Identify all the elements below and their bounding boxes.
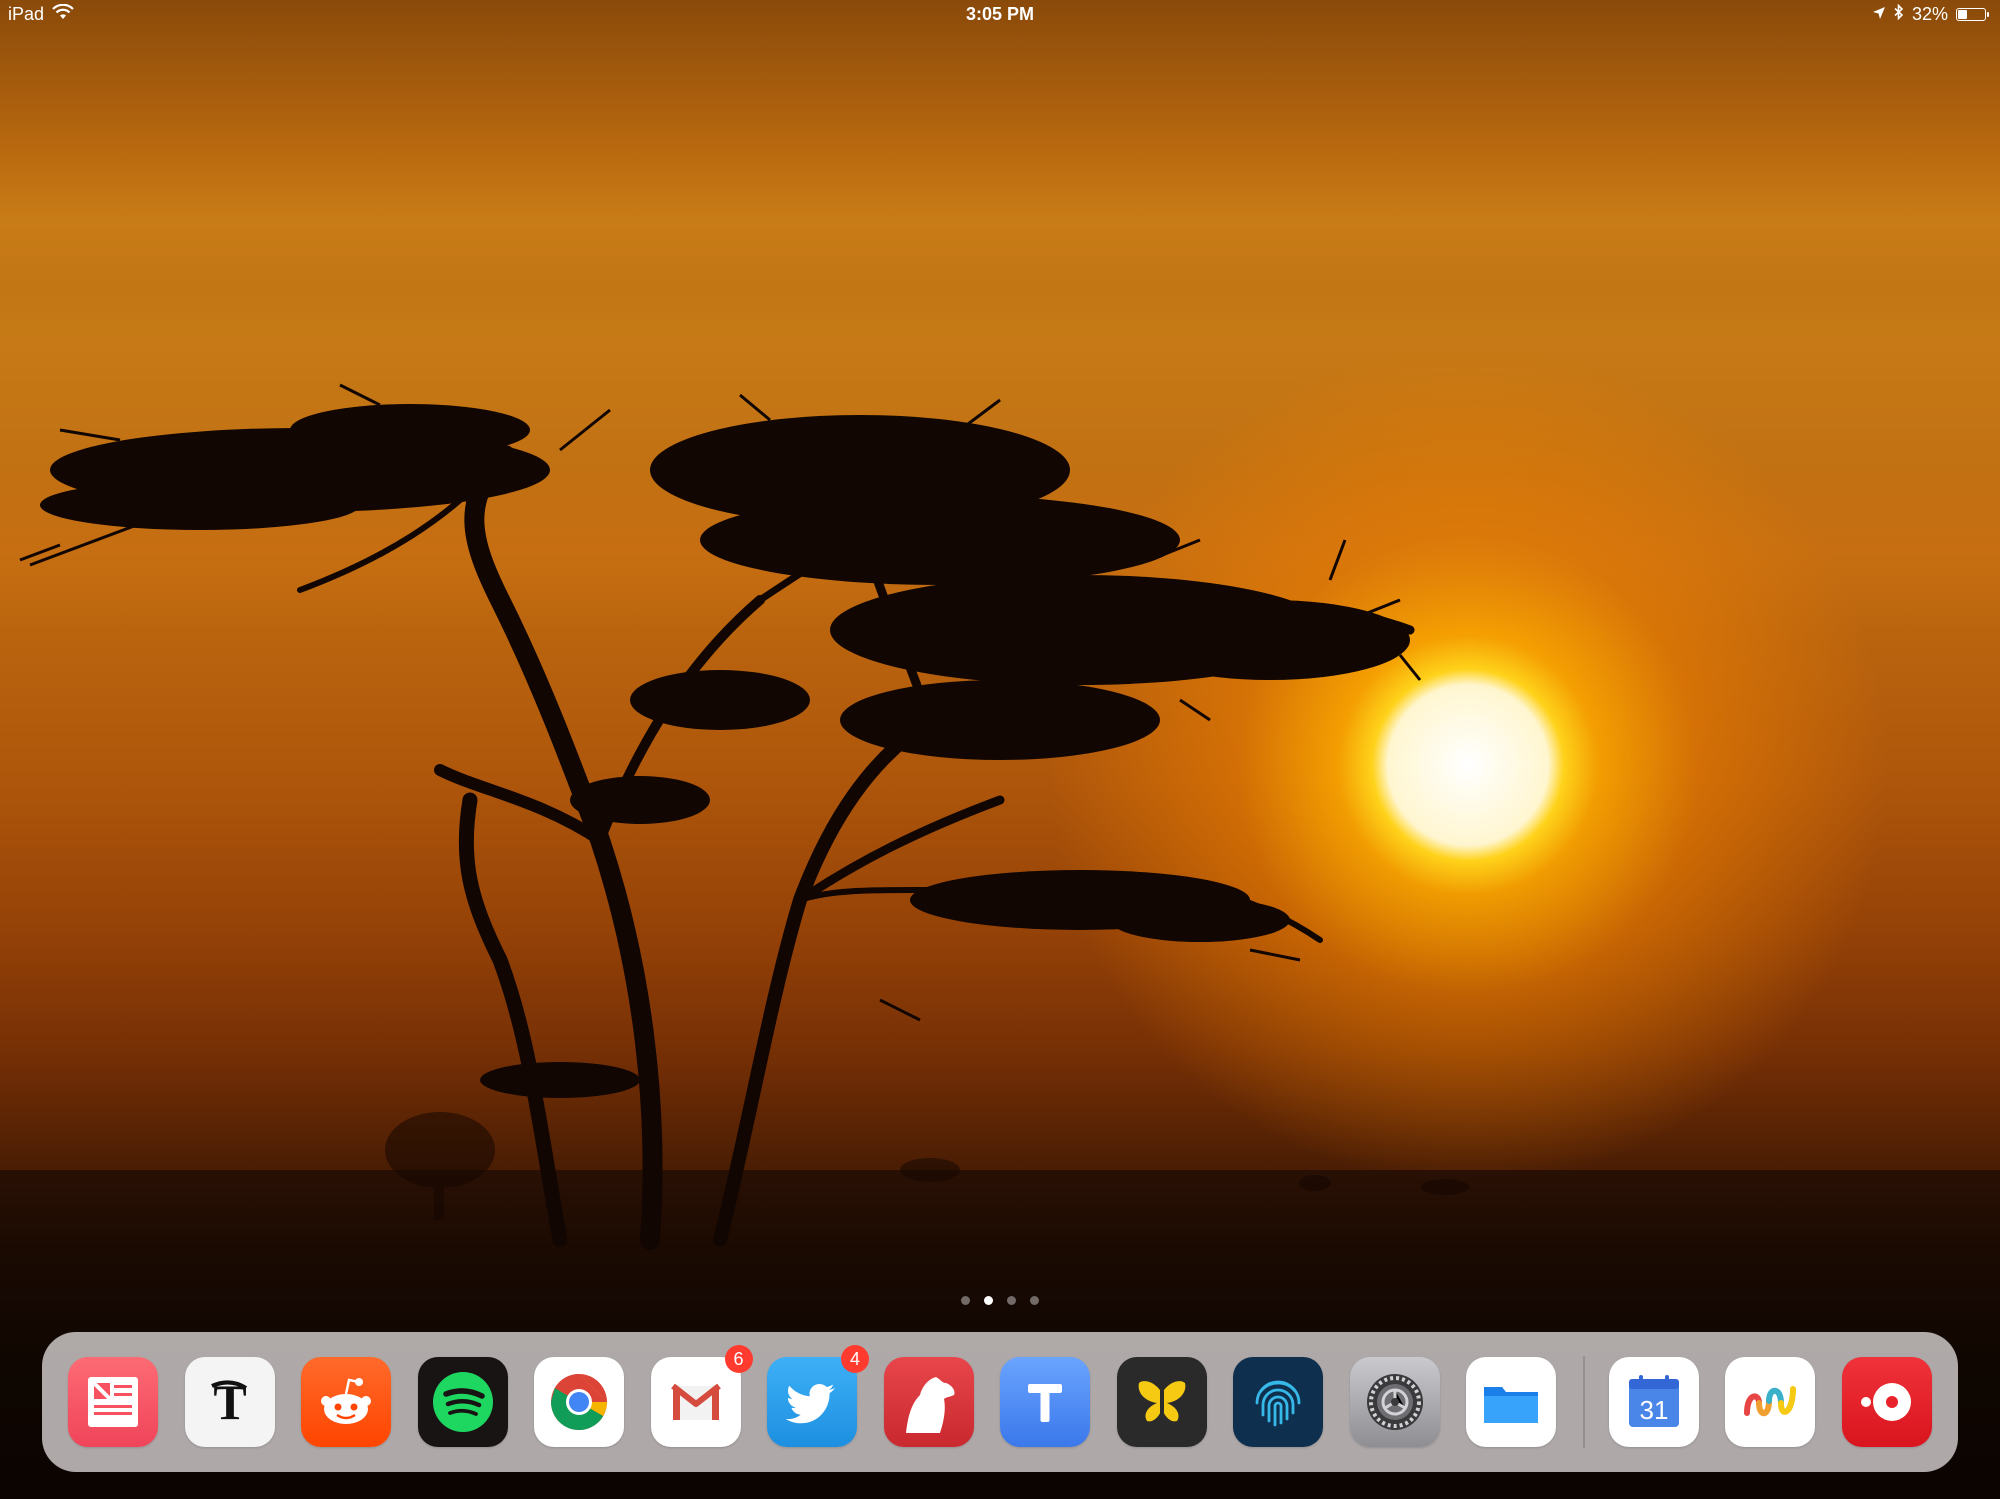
acacia-tree-silhouette <box>19 383 1422 1250</box>
calendar-date: 31 <box>1639 1395 1668 1425</box>
settings-app-icon[interactable] <box>1349 1357 1440 1447</box>
notification-badge: 6 <box>724 1345 753 1373</box>
status-bar: iPad 3:05 PM 32% <box>0 0 2000 30</box>
waveform-app-icon[interactable] <box>1725 1357 1815 1447</box>
page-dot[interactable] <box>1030 1296 1039 1305</box>
twitter-app-icon[interactable]: 4 <box>767 1345 869 1447</box>
fingerprint-app-icon[interactable] <box>1233 1357 1323 1447</box>
location-arrow-icon <box>1872 4 1886 25</box>
chrome-app-icon[interactable] <box>534 1357 624 1447</box>
notification-badge: 4 <box>841 1345 869 1373</box>
reddit-app-icon[interactable] <box>301 1357 391 1447</box>
dock: T 6 4 31 <box>42 1332 1958 1472</box>
files-app-icon[interactable] <box>1466 1357 1556 1447</box>
typeeto-app-icon[interactable] <box>1000 1357 1090 1447</box>
castro-app-icon[interactable] <box>1841 1357 1932 1447</box>
google-calendar-app-icon[interactable]: 31 <box>1608 1357 1699 1447</box>
gmail-app-icon[interactable]: 6 <box>650 1345 753 1447</box>
page-dot[interactable] <box>961 1296 970 1305</box>
page-indicator[interactable] <box>0 1296 2000 1305</box>
spotify-app-icon[interactable] <box>417 1357 508 1447</box>
ulysses-app-icon[interactable] <box>1116 1357 1207 1447</box>
bear-app-icon[interactable] <box>883 1357 974 1447</box>
nytimes-app-icon[interactable]: T <box>184 1357 275 1447</box>
page-dot[interactable] <box>1007 1296 1016 1305</box>
dock-divider <box>1582 1356 1585 1448</box>
status-time: 3:05 PM <box>965 4 1035 24</box>
bluetooth-icon <box>1894 3 1904 25</box>
wallpaper-scene <box>19 383 1469 1250</box>
page-dot[interactable] <box>984 1296 993 1305</box>
battery-icon <box>1956 8 1989 21</box>
news-app-icon[interactable] <box>68 1357 158 1447</box>
battery-percent: 32% <box>1911 4 1948 24</box>
